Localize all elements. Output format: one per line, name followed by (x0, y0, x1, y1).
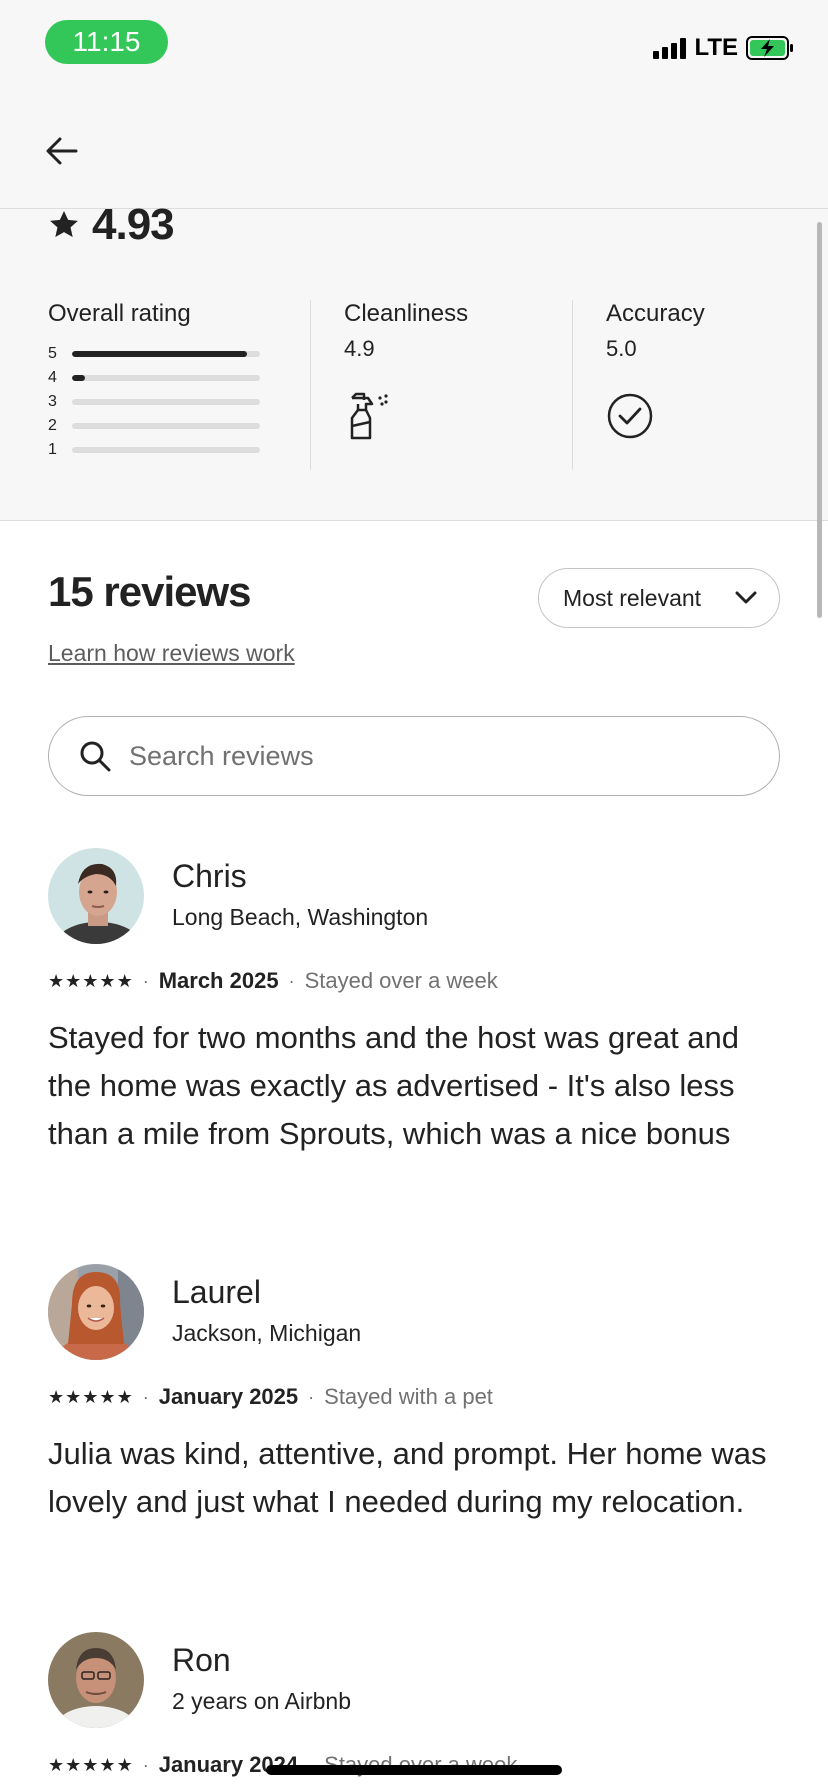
star-icon: ★ (99, 971, 116, 991)
star-icon: ★ (65, 971, 82, 991)
overall-rating-value: 4.93 (92, 200, 175, 249)
review-stars: ★ ★ ★ ★ ★ (48, 972, 133, 990)
scrollbar[interactable] (817, 222, 822, 618)
status-indicators: LTE (653, 34, 794, 62)
star-icon: ★ (48, 971, 65, 991)
cleanliness-value: 4.9 (344, 336, 375, 361)
search-icon (80, 741, 111, 772)
avatar[interactable] (48, 1632, 144, 1728)
rating-bar-track (72, 375, 260, 381)
search-input[interactable] (129, 740, 729, 772)
star-icon: ★ (99, 1755, 116, 1775)
separator-dot: · (288, 970, 295, 991)
search-reviews-box[interactable] (48, 716, 780, 796)
rating-bar-row: 5 (48, 342, 260, 366)
learn-how-reviews-work-link[interactable]: Learn how reviews work (48, 640, 295, 667)
review-meta: ★ ★ ★ ★ ★ · January 2025 · Stayed with a pet (48, 1384, 493, 1410)
reviewer-name: Laurel (172, 1274, 261, 1310)
rating-headline: 4.93 (48, 200, 175, 250)
rating-bar-row: 2 (48, 414, 260, 438)
review-text: Stayed for two months and the host was g… (48, 1020, 740, 1151)
rating-bar-track (72, 423, 260, 429)
stat-divider (572, 300, 573, 470)
rating-bar-row: 4 (48, 366, 260, 390)
accuracy-column: Accuracy 5.0 (606, 300, 705, 445)
reviewer-name: Ron (172, 1642, 231, 1678)
arrow-left-icon (46, 137, 78, 165)
status-time: 11:15 (45, 20, 168, 64)
avatar[interactable] (48, 848, 144, 944)
rating-stats: Overall rating 5 4 3 2 1 Cleanliness 4.9 Acc… (0, 300, 828, 470)
review-stars: ★ ★ ★ ★ ★ (48, 1388, 133, 1406)
avatar[interactable] (48, 1264, 144, 1360)
separator-dot: · (142, 1386, 149, 1407)
rating-bar-label: 4 (48, 369, 57, 386)
reviewer-photo (48, 1264, 144, 1360)
separator-dot: · (142, 1754, 149, 1775)
star-icon: ★ (82, 1387, 99, 1407)
star-icon: ★ (82, 1755, 99, 1775)
star-icon: ★ (116, 971, 133, 991)
review-stars: ★ ★ ★ ★ ★ (48, 1756, 133, 1774)
review-date: March 2025 (158, 968, 279, 993)
rating-bar-track (72, 447, 260, 453)
star-icon: ★ (65, 1387, 82, 1407)
rating-bar-row: 1 (48, 438, 260, 462)
rating-bar-label: 5 (48, 345, 57, 362)
check-circle-icon (607, 393, 653, 439)
reviewer-location: Jackson, Michigan (172, 1320, 362, 1346)
rating-bar-label: 2 (48, 417, 57, 434)
star-icon: ★ (48, 1387, 65, 1407)
overall-rating-column: Overall rating 5 4 3 2 1 (48, 300, 260, 462)
accuracy-value: 5.0 (606, 336, 637, 361)
separator-dot: · (308, 1386, 315, 1407)
accuracy-label: Accuracy (606, 300, 705, 327)
review-date: January 2025 (158, 1384, 299, 1409)
reviewer-tenure: 2 years on Airbnb (172, 1688, 352, 1714)
star-icon: ★ (82, 971, 99, 991)
cleanliness-label: Cleanliness (344, 300, 469, 327)
star-icon: ★ (65, 1755, 82, 1775)
back-button[interactable] (42, 131, 82, 171)
battery-charging-icon (746, 36, 793, 60)
rating-bar-label: 3 (48, 393, 57, 410)
reviewer-photo (48, 1632, 144, 1728)
rating-bar-track (72, 399, 260, 405)
stay-type: Stayed over a week (304, 968, 498, 993)
reviewer-name: Chris (172, 858, 247, 894)
rating-bar-track (72, 351, 260, 357)
star-icon: ★ (48, 1755, 65, 1775)
cleanliness-column: Cleanliness 4.9 (344, 300, 468, 447)
review-text: Julia was kind, attentive, and prompt. H… (48, 1436, 767, 1519)
rating-bar-fill (72, 351, 247, 357)
signal-icon (653, 37, 687, 59)
rating-distribution: 5 4 3 2 1 (48, 342, 260, 462)
chevron-down-icon (735, 591, 757, 604)
status-bar: 11:15 LTE (0, 0, 828, 100)
reviews-count-title: 15 reviews (48, 568, 252, 615)
star-icon (50, 211, 78, 237)
rating-bar-label: 1 (48, 441, 57, 458)
network-label: LTE (694, 34, 738, 61)
review-meta: ★ ★ ★ ★ ★ · March 2025 · Stayed over a week (48, 968, 498, 994)
section-divider (0, 520, 828, 521)
spray-bottle-icon (350, 392, 388, 440)
sort-label: Most relevant (563, 584, 702, 611)
rating-bar-row: 3 (48, 390, 260, 414)
stay-type: Stayed with a pet (324, 1384, 493, 1409)
reviewer-location: Long Beach, Washington (172, 904, 429, 930)
star-icon: ★ (99, 1387, 116, 1407)
stat-divider (310, 300, 311, 470)
sort-dropdown[interactable]: Most relevant (538, 568, 780, 628)
star-icon: ★ (116, 1387, 133, 1407)
reviewer-photo (48, 848, 144, 944)
rating-bar-fill (72, 375, 86, 381)
separator-dot: · (142, 970, 149, 991)
home-indicator[interactable] (266, 1765, 562, 1775)
star-icon: ★ (116, 1755, 133, 1775)
overall-rating-label: Overall rating (48, 300, 191, 327)
